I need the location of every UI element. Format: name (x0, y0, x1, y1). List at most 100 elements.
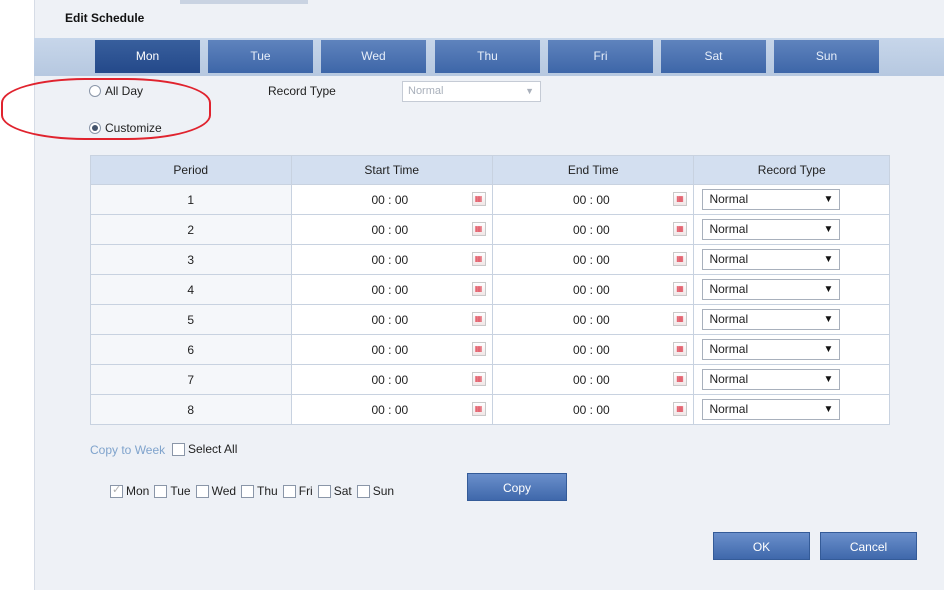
chevron-down-icon: ▼ (823, 404, 834, 415)
chevron-down-icon: ▼ (823, 194, 834, 205)
select-all-option[interactable]: Select All (172, 442, 237, 456)
start-time-value[interactable]: 00 : 00 (372, 223, 409, 237)
period-cell: 4 (90, 274, 292, 305)
start-time-cell: 00 : 00 ▦ (290, 334, 493, 365)
copy-day-wed[interactable]: Wed (195, 484, 237, 498)
record-type-cell: Normal ▼ (693, 394, 890, 425)
end-time-cell: 00 : 00 ▦ (491, 274, 695, 305)
chevron-down-icon: ▼ (525, 86, 534, 96)
calendar-icon[interactable]: ▦ (672, 282, 687, 296)
calendar-icon[interactable]: ▦ (672, 222, 687, 236)
tab-day-mon[interactable]: Mon (95, 40, 200, 73)
copy-day-label: Wed (211, 484, 237, 498)
record-type-dropdown[interactable]: Normal ▼ (702, 399, 841, 420)
end-time-value[interactable]: 00 : 00 (573, 253, 610, 267)
copy-day-thu[interactable]: Thu (241, 484, 278, 498)
table-row: 1 00 : 00 ▦ 00 : 00 ▦ Normal ▼ (90, 184, 890, 215)
end-time-cell: 00 : 00 ▦ (491, 334, 695, 365)
record-type-cell: Normal ▼ (693, 364, 890, 395)
calendar-icon[interactable]: ▦ (672, 372, 687, 386)
copy-day-sat[interactable]: Sat (317, 484, 352, 498)
tab-day-thu[interactable]: Thu (435, 40, 540, 73)
start-time-value[interactable]: 00 : 00 (372, 193, 409, 207)
record-type-dropdown[interactable]: Normal ▼ (702, 249, 841, 270)
start-time-cell: 00 : 00 ▦ (290, 274, 493, 305)
calendar-icon[interactable]: ▦ (672, 312, 687, 326)
tab-day-tue[interactable]: Tue (208, 40, 313, 73)
copy-day-checkboxes: Mon Tue Wed Thu Fri Sat Sun (110, 483, 394, 498)
copy-day-mon[interactable]: Mon (110, 483, 150, 498)
copy-day-checkbox[interactable] (282, 484, 296, 498)
ok-button[interactable]: OK (713, 532, 810, 560)
calendar-icon[interactable]: ▦ (471, 402, 486, 416)
calendar-icon[interactable]: ▦ (672, 192, 687, 206)
copy-day-checkbox[interactable] (110, 483, 123, 498)
chevron-down-icon: ▼ (823, 254, 834, 265)
end-time-value[interactable]: 00 : 00 (573, 403, 610, 417)
record-type-dropdown[interactable]: Normal ▼ (702, 279, 841, 300)
record-type-dropdown-value: Normal (709, 402, 749, 416)
record-type-dropdown[interactable]: Normal ▼ (702, 339, 841, 360)
record-type-dropdown[interactable]: Normal ▼ (702, 369, 841, 390)
tab-day-sat[interactable]: Sat (661, 40, 766, 73)
chevron-down-icon: ▼ (823, 314, 834, 325)
tab-day-fri[interactable]: Fri (548, 40, 653, 73)
select-all-checkbox[interactable] (172, 442, 185, 456)
record-type-dropdown[interactable]: Normal ▼ (702, 309, 841, 330)
calendar-icon[interactable]: ▦ (471, 252, 486, 266)
start-time-value[interactable]: 00 : 00 (372, 373, 409, 387)
start-time-cell: 00 : 00 ▦ (290, 214, 493, 245)
copy-button[interactable]: Copy (467, 473, 567, 501)
record-type-cell: Normal ▼ (693, 244, 890, 275)
table-row: 4 00 : 00 ▦ 00 : 00 ▦ Normal ▼ (90, 274, 890, 305)
start-time-value[interactable]: 00 : 00 (372, 283, 409, 297)
all-day-option[interactable]: All Day (89, 84, 143, 98)
tab-day-sun[interactable]: Sun (774, 40, 879, 73)
copy-day-checkbox[interactable] (317, 484, 331, 498)
start-time-value[interactable]: 00 : 00 (372, 313, 409, 327)
top-tab-indicator (180, 0, 308, 4)
end-time-value[interactable]: 00 : 00 (573, 193, 610, 207)
calendar-icon[interactable]: ▦ (471, 192, 486, 206)
start-time-value[interactable]: 00 : 00 (372, 343, 409, 357)
cancel-button[interactable]: Cancel (820, 532, 917, 560)
end-time-value[interactable]: 00 : 00 (573, 283, 610, 297)
copy-day-tue[interactable]: Tue (154, 484, 191, 498)
end-time-cell: 00 : 00 ▦ (491, 184, 695, 215)
calendar-icon[interactable]: ▦ (471, 342, 486, 356)
customize-option[interactable]: Customize (89, 121, 162, 135)
copy-day-checkbox[interactable] (154, 484, 168, 498)
header-start-time: Start Time (290, 155, 493, 185)
calendar-icon[interactable]: ▦ (471, 312, 486, 326)
record-type-dropdown[interactable]: Normal ▼ (702, 219, 841, 240)
record-type-cell: Normal ▼ (693, 274, 890, 305)
end-time-value[interactable]: 00 : 00 (573, 313, 610, 327)
calendar-icon[interactable]: ▦ (672, 402, 687, 416)
copy-day-label: Tue (170, 484, 191, 498)
end-time-value[interactable]: 00 : 00 (573, 373, 610, 387)
end-time-value[interactable]: 00 : 00 (573, 223, 610, 237)
all-day-radio[interactable] (89, 85, 101, 97)
copy-day-checkbox[interactable] (241, 484, 255, 498)
copy-day-checkbox[interactable] (195, 484, 209, 498)
calendar-icon[interactable]: ▦ (471, 222, 486, 236)
calendar-icon[interactable]: ▦ (471, 372, 486, 386)
period-cell: 2 (90, 214, 292, 245)
customize-radio[interactable] (89, 122, 101, 134)
record-type-dropdown[interactable]: Normal ▼ (702, 189, 841, 210)
copy-day-checkbox[interactable] (356, 484, 370, 498)
end-time-value[interactable]: 00 : 00 (573, 343, 610, 357)
calendar-icon[interactable]: ▦ (672, 342, 687, 356)
chevron-down-icon: ▼ (823, 344, 834, 355)
copy-day-fri[interactable]: Fri (282, 484, 313, 498)
copy-day-label: Mon (126, 484, 150, 498)
start-time-value[interactable]: 00 : 00 (372, 253, 409, 267)
header-period: Period (90, 155, 292, 185)
calendar-icon[interactable]: ▦ (471, 282, 486, 296)
copy-day-sun[interactable]: Sun (356, 484, 394, 498)
tab-day-wed[interactable]: Wed (321, 40, 426, 73)
calendar-icon[interactable]: ▦ (672, 252, 687, 266)
start-time-value[interactable]: 00 : 00 (372, 403, 409, 417)
chevron-down-icon: ▼ (823, 284, 834, 295)
chevron-down-icon: ▼ (823, 374, 834, 385)
